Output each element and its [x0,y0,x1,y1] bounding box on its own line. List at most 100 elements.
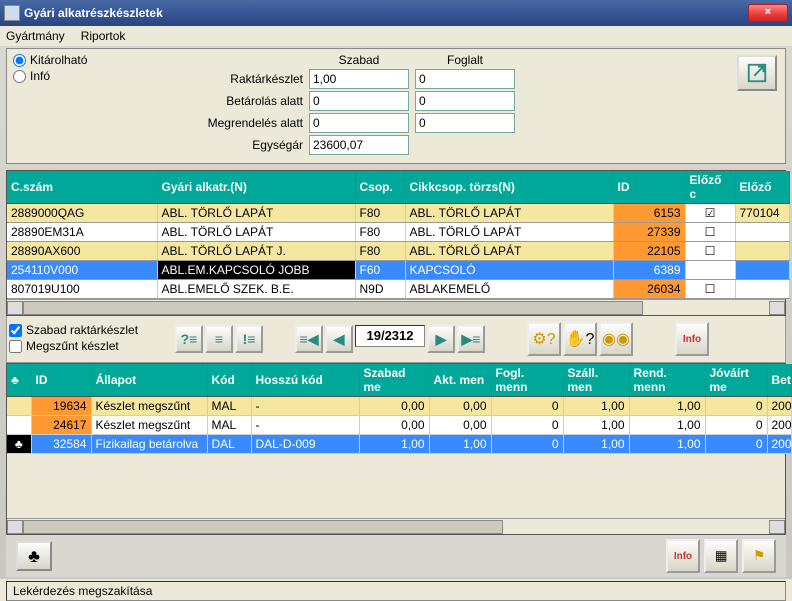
hdr-id[interactable]: ID [613,171,685,204]
hdr-id2[interactable]: ID [31,364,91,397]
radio-column: Kitárolható Infó [13,53,123,155]
info-button[interactable]: Info [675,322,709,356]
gear-icon: ⚙? [532,329,555,349]
device-icon: ▦ [715,548,728,564]
parts-header-row: C.szám Gyári alkatr.(N) Csop. Cikkcsop. … [7,171,789,204]
table-row[interactable]: 28890EM31AABL. TÖRLŐ LAPÁTF80ABL. TÖRLŐ … [7,223,789,242]
input-egysegar[interactable] [309,135,409,155]
stock-table[interactable]: ♣ ID Állapot Kód Hosszú kód Szabad me Ak… [7,364,792,454]
first-icon: ≡◀ [300,331,319,348]
list-button[interactable]: ≡ [205,325,233,353]
hand-icon: ✋? [566,329,595,349]
open-button[interactable] [737,55,777,91]
hdr-elozo-c[interactable]: Előző c [685,171,735,204]
next-icon: ▶ [436,331,447,348]
input-megr-foglalt[interactable] [415,113,515,133]
radio-kitarolhato[interactable] [13,54,26,67]
hdr-allapot[interactable]: Állapot [91,364,207,397]
stock-form: Szabad Foglalt Raktárkészlet Betárolás a… [133,53,779,155]
titlebar: Gyári alkatrészkészletek × [0,0,792,26]
info-button-bottom[interactable]: Info [666,539,700,573]
close-button[interactable]: × [748,4,788,22]
content-area: Kitárolható Infó Szabad Foglalt Raktárké… [0,46,792,579]
input-betar-foglalt[interactable] [415,91,515,111]
club-button[interactable]: ♣ [16,541,52,571]
header-foglalt: Foglalt [415,53,515,67]
input-raktar-foglalt[interactable] [415,69,515,89]
scroll-right-icon[interactable] [769,301,785,315]
input-betar-szabad[interactable] [309,91,409,111]
hdr-szabad[interactable]: Szabad me [359,364,429,397]
label-egysegar: Egységár [133,138,303,152]
menubar: Gyártmány Riportok [0,26,792,46]
prev-icon: ◀ [334,331,345,348]
hdr-elozo[interactable]: Előző [735,171,789,204]
label-raktarkeszlet: Raktárkészlet [133,72,303,86]
table-row[interactable]: 24617Készlet megszűntMAL-0,000,0001,001,… [7,416,791,435]
hdr-club[interactable]: ♣ [7,364,31,397]
table-row[interactable]: 807019U100ABL.EMELŐ SZEK. B.E.N9DABLAKEM… [7,280,789,299]
coins-button[interactable]: ◉◉ [599,322,633,356]
scroll-right-icon[interactable] [769,520,785,534]
parts-hscroll[interactable] [7,299,785,315]
menu-riportok[interactable]: Riportok [81,29,126,43]
hdr-cikk[interactable]: Cikkcsop. törzs(N) [405,171,613,204]
hdr-jovairt[interactable]: Jóváírt me [705,364,767,397]
hdr-rend[interactable]: Rend. menn [629,364,705,397]
menu-gyartmany[interactable]: Gyártmány [6,29,65,43]
bottom-bar: ♣ Info ▦ ⚑ [6,535,786,577]
table-row[interactable]: 2889000QAGABL. TÖRLŐ LAPÁTF80ABL. TÖRLŐ … [7,204,789,223]
label-megrendeles: Megrendelés alatt [133,116,303,130]
hdr-hosszu[interactable]: Hosszú kód [251,364,359,397]
list-icon: ≡ [215,331,223,347]
hdr-fogl[interactable]: Fogl. menn [491,364,563,397]
hdr-bet[interactable]: Bet [767,364,791,397]
hdr-cszam[interactable]: C.szám [7,171,157,204]
hdr-csop[interactable]: Csop. [355,171,405,204]
check-szabad[interactable] [9,324,22,337]
gear-question-button[interactable]: ⚙? [527,322,561,356]
next-button[interactable]: ▶ [427,325,455,353]
window-title: Gyári alkatrészkészletek [24,6,748,20]
parts-table[interactable]: C.szám Gyári alkatr.(N) Csop. Cikkcsop. … [7,171,790,299]
parts-table-wrap: C.szám Gyári alkatr.(N) Csop. Cikkcsop. … [6,170,786,316]
radio-info[interactable] [13,70,26,83]
stock-hscroll[interactable] [7,518,785,534]
label-betarolas: Betárolás alatt [133,94,303,108]
hdr-szall[interactable]: Száll. men [563,364,629,397]
coins-icon: ◉◉ [602,329,630,349]
scroll-left-icon[interactable] [7,520,23,534]
hdr-alkatr[interactable]: Gyári alkatr.(N) [157,171,355,204]
table-row[interactable]: 19634Készlet megszűntMAL-0,000,0001,001,… [7,397,791,416]
flag-button[interactable]: ⚑ [742,539,776,573]
list-exclaim-button[interactable]: !≡ [235,325,263,353]
check-megszunt[interactable] [9,340,22,353]
input-raktar-szabad[interactable] [309,69,409,89]
stock-header-row: ♣ ID Állapot Kód Hosszú kód Szabad me Ak… [7,364,791,397]
prev-button[interactable]: ◀ [325,325,353,353]
header-szabad: Szabad [309,53,409,67]
hand-button[interactable]: ✋? [563,322,597,356]
filter-panel: Kitárolható Infó Szabad Foglalt Raktárké… [6,48,786,164]
info-icon: Info [683,334,701,345]
device-button[interactable]: ▦ [704,539,738,573]
input-megr-szabad[interactable] [309,113,409,133]
radio-kitarolhato-label: Kitárolható [30,53,87,67]
first-button[interactable]: ≡◀ [295,325,323,353]
last-icon: ▶≡ [462,331,481,348]
last-button[interactable]: ▶≡ [457,325,485,353]
scroll-left-icon[interactable] [7,301,23,315]
middle-toolbar: Szabad raktárkészlet Megszűnt készlet ?≡… [6,316,786,363]
hdr-akt[interactable]: Akt. men [429,364,491,397]
scroll-thumb[interactable] [23,301,643,315]
stock-table-wrap: ♣ ID Állapot Kód Hosszú kód Szabad me Ak… [6,363,786,535]
table-row[interactable]: ♣32584Fizikailag betárolvaDALDAL-D-0091,… [7,435,791,454]
app-icon [4,5,20,21]
hdr-kod[interactable]: Kód [207,364,251,397]
stock-blank-area [7,454,785,518]
query-button[interactable]: ?≡ [175,325,203,353]
scroll-thumb[interactable] [23,520,503,534]
status-text: Lekérdezés megszakítása [13,584,152,598]
table-row[interactable]: 28890AX600ABL. TÖRLŐ LAPÁT J.F80ABL. TÖR… [7,242,789,261]
table-row[interactable]: 254110V000ABL.EM.KAPCSOLÓ JOBBF60KAPCSOL… [7,261,789,280]
